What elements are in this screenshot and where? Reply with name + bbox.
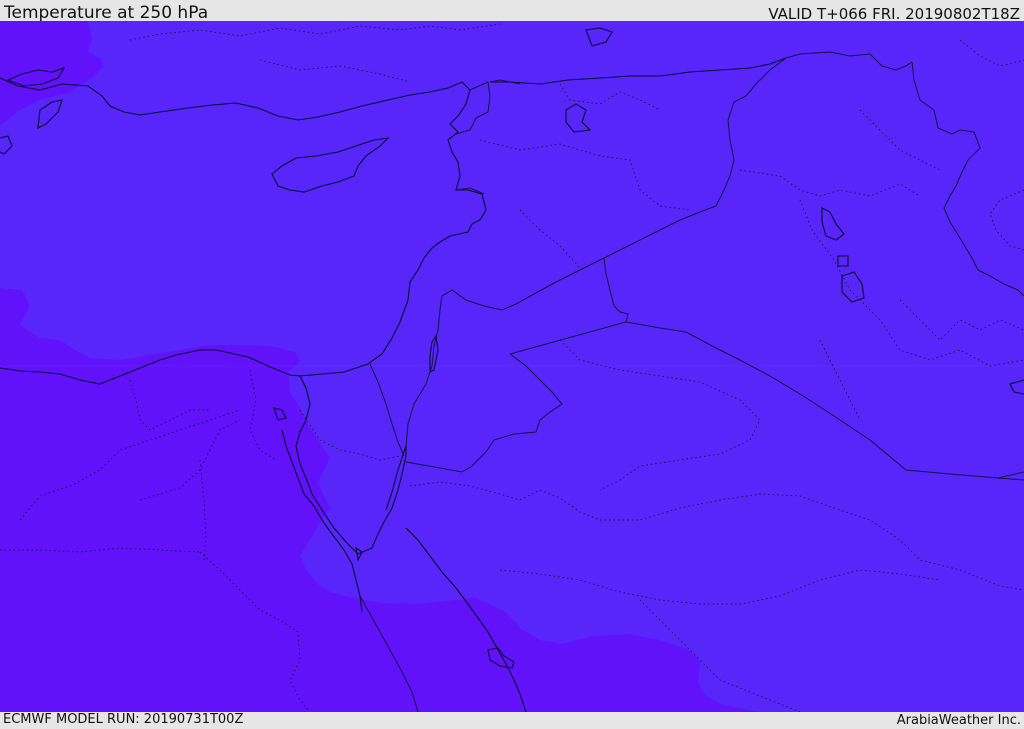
map-panel — [0, 21, 1024, 712]
model-run-label: ECMWF MODEL RUN: 20190731T00Z — [3, 712, 244, 727]
credit-label: ArabiaWeather Inc. — [896, 713, 1021, 728]
map-figure: Temperature at 250 hPa VALID T+066 FRI. … — [0, 0, 1024, 729]
map-canvas — [0, 21, 1024, 712]
map-title: Temperature at 250 hPa — [4, 3, 209, 23]
